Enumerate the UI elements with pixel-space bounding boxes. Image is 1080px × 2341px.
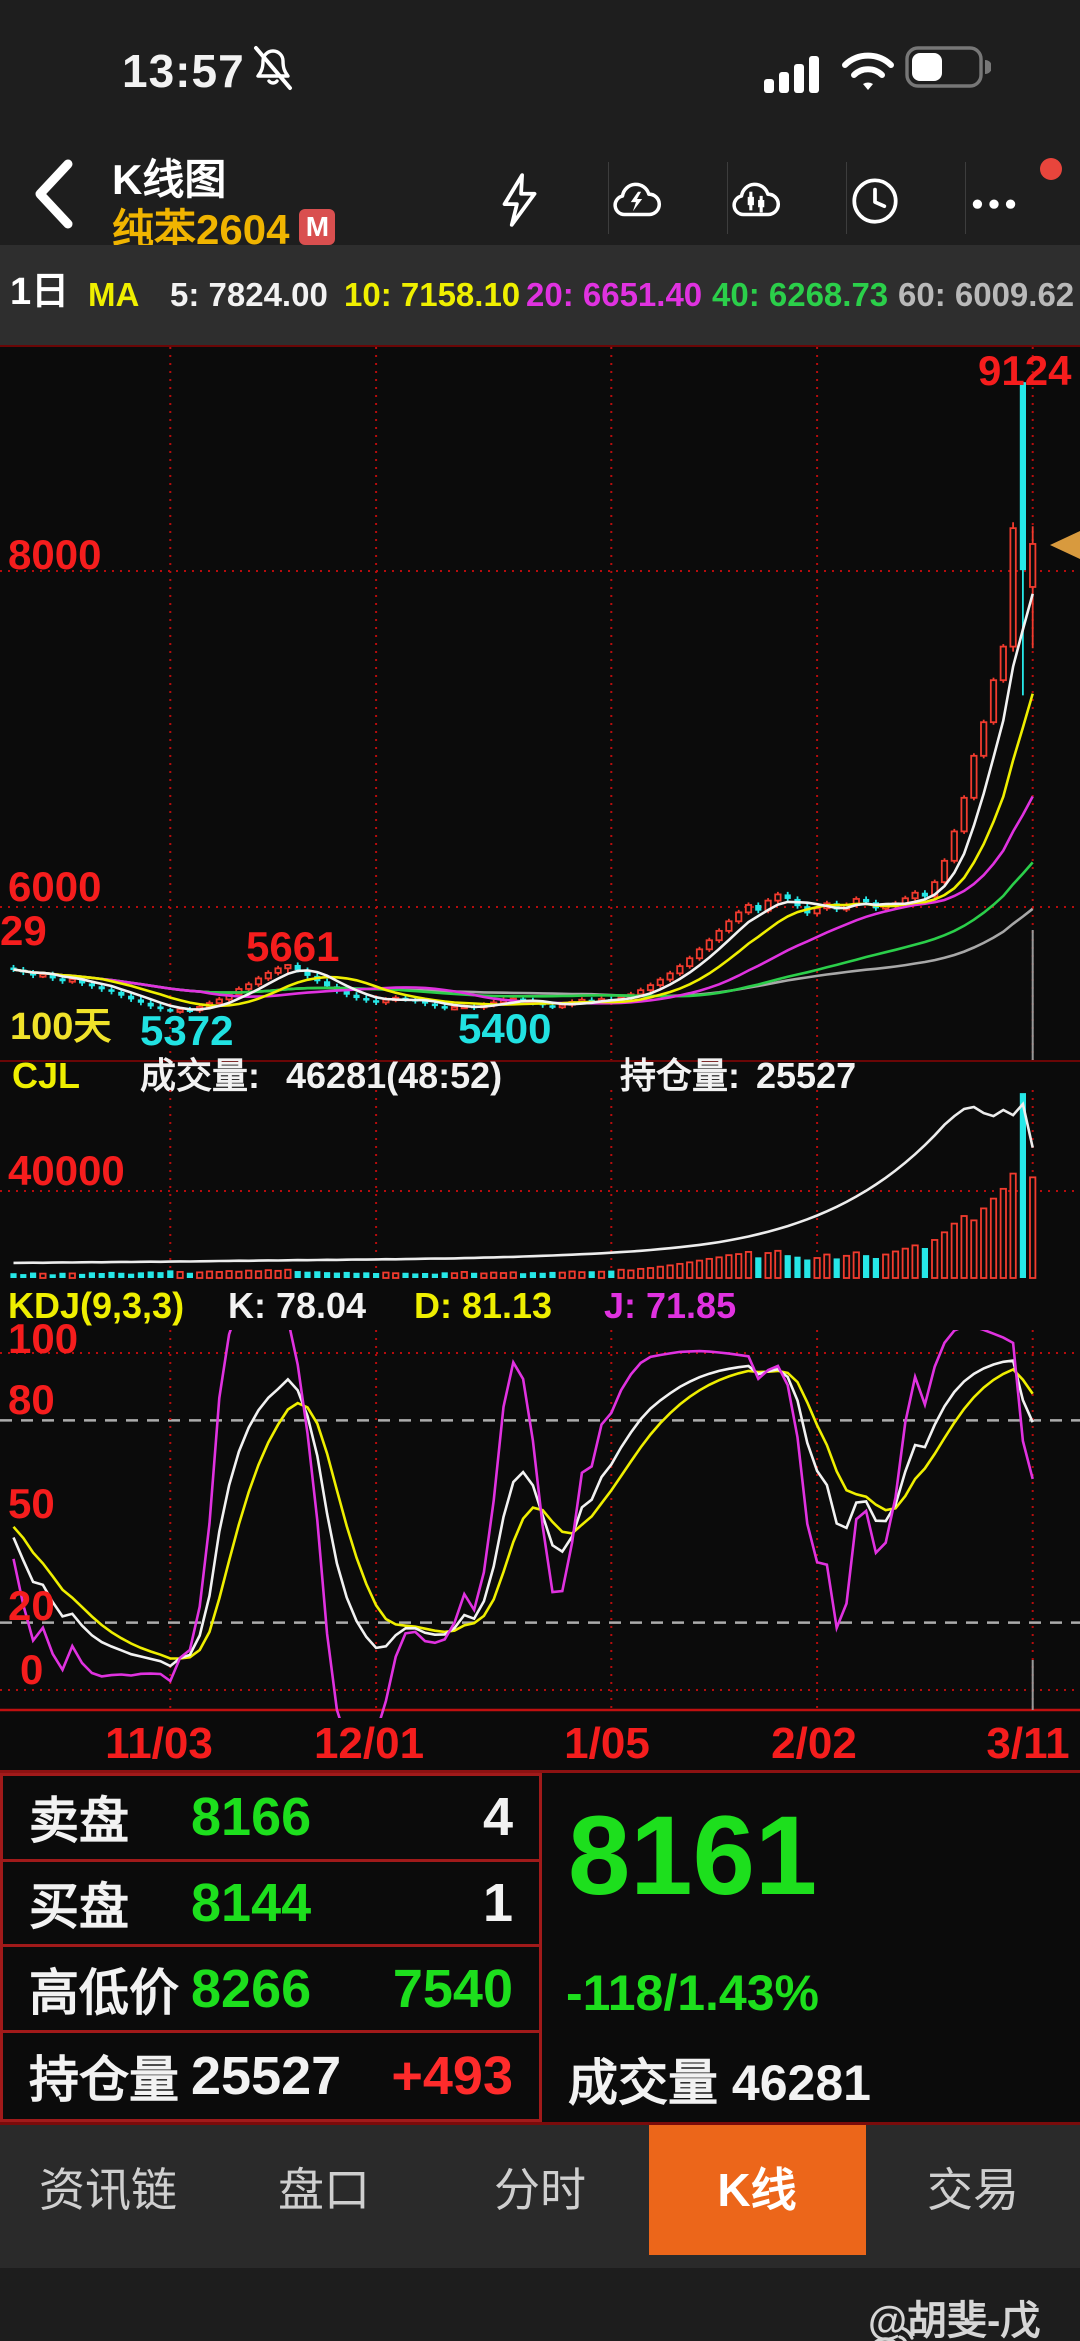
- tab-trade[interactable]: 交易: [927, 2125, 1019, 2255]
- tab-news[interactable]: 资讯链: [39, 2125, 177, 2255]
- history-button[interactable]: [846, 160, 964, 240]
- bid-price: 8144: [191, 1873, 312, 1934]
- main-candle-chart[interactable]: [0, 347, 1080, 1060]
- clipped-price-label: 29: [0, 907, 47, 954]
- status-time: 13:57: [122, 45, 245, 97]
- main-contract-badge: M: [299, 208, 336, 245]
- ellipsis-icon: [972, 199, 1016, 209]
- price-change: -118/1.43%: [566, 1965, 819, 2021]
- date-tick: 3/11: [986, 1719, 1070, 1768]
- open-interest-label: 持仓量:: [620, 1055, 740, 1096]
- quote-table: 卖盘 8166 4 买盘 8144 1 高低价 8266 7540 持仓量 25…: [0, 1773, 542, 2122]
- ask-label: 卖盘: [29, 1793, 129, 1850]
- swing-high-label: 5661: [246, 923, 340, 970]
- high-low-row: 高低价 8266 7540: [3, 1947, 539, 2034]
- axis-6000-label: 6000: [8, 863, 102, 910]
- kdj-axis-50: 50: [8, 1480, 55, 1527]
- ma10-value: 10: 7158.10: [344, 276, 521, 313]
- kdj-axis-20: 20: [8, 1582, 55, 1629]
- ma-period-note: 100天: [10, 1006, 112, 1048]
- bid-size: 1: [482, 1873, 513, 1934]
- ma5-value: 5: 7824.00: [170, 276, 328, 313]
- oi-label: 持仓量: [29, 2051, 179, 2108]
- volume-chart[interactable]: [0, 1090, 1080, 1280]
- bid-label: 买盘: [29, 1879, 129, 1936]
- last-price: 8161: [568, 1793, 818, 1918]
- bottom-tab-bar: 资讯链 盘口 分时 K线 交易: [0, 2125, 1080, 2268]
- date-tick: 2/02: [771, 1719, 857, 1768]
- kdj-chart[interactable]: [0, 1330, 1080, 1718]
- date-tick: 1/05: [564, 1719, 650, 1768]
- session-volume-label: 成交量: [568, 2055, 718, 2111]
- divider: [965, 162, 966, 234]
- oi-change: +493: [391, 2045, 513, 2106]
- notification-dot: [1040, 158, 1062, 180]
- divider: [608, 162, 609, 234]
- app-screen: 13:57 K线图 纯苯2604 M 1日 MA 5: 7824.00 10: …: [0, 0, 1080, 2341]
- date-tick: 12/01: [313, 1719, 425, 1768]
- more-button[interactable]: [965, 160, 1080, 240]
- low-price: 7540: [392, 1958, 513, 2019]
- ask-price: 8166: [191, 1787, 312, 1848]
- volume-label: 成交量:: [140, 1055, 260, 1096]
- flash-order-button[interactable]: [490, 160, 608, 240]
- divider: [727, 162, 728, 234]
- volume-indicator-label[interactable]: CJL: [12, 1058, 80, 1094]
- kdj-k-value: K: 78.04: [228, 1285, 367, 1326]
- weibo-icon: [874, 2326, 914, 2341]
- session-volume: 成交量 46281: [568, 2058, 871, 2108]
- cloud-lightning-icon: [613, 182, 661, 217]
- ma20-value: 20: 6651.40: [526, 276, 703, 313]
- swing-low-label: 5372: [140, 1007, 234, 1054]
- ma60-value: 60: 6009.62: [898, 276, 1075, 313]
- tab-intraday[interactable]: 分时: [494, 2125, 586, 2255]
- lightning-icon: [502, 173, 537, 227]
- cloud-kline-icon: [732, 182, 780, 217]
- ask-row: 卖盘 8166 4: [3, 1776, 539, 1862]
- session-volume-value: 46281: [731, 2055, 871, 2111]
- tab-kline[interactable]: K线: [717, 2125, 796, 2255]
- high-price: 8266: [191, 1958, 312, 2019]
- date-tick: 11/03: [105, 1719, 213, 1768]
- open-interest-row: 持仓量 25527 +493: [3, 2033, 539, 2119]
- oi-value: 25527: [191, 2045, 342, 2106]
- kdj-j-value: J: 71.85: [604, 1285, 737, 1326]
- ma-indicator-label[interactable]: MA: [88, 278, 139, 312]
- ma-legend-row: 1日 MA 5: 7824.00 10: 7158.10 20: 6651.40…: [0, 245, 1080, 345]
- open-interest-value: 25527: [756, 1055, 857, 1096]
- ask-size: 4: [482, 1787, 513, 1848]
- period-selector[interactable]: 1日: [10, 273, 69, 311]
- kdj-d-value: D: 81.13: [414, 1285, 553, 1326]
- kdj-axis-0: 0: [20, 1646, 44, 1693]
- kdj-axis-80: 80: [8, 1376, 55, 1423]
- axis-8000-label: 8000: [8, 531, 102, 578]
- bid-row: 买盘 8144 1: [3, 1862, 539, 1948]
- divider: [846, 162, 847, 234]
- cloud-condition-button[interactable]: [608, 160, 726, 240]
- tab-order-book[interactable]: 盘口: [278, 2125, 370, 2255]
- price-high-label: 9124: [978, 347, 1072, 394]
- swing-low2-label: 5400: [458, 1005, 552, 1052]
- volume-value: 46281(48:52): [286, 1055, 503, 1096]
- watermark: @胡斐-戊午: [868, 2288, 1080, 2341]
- clock-icon: [852, 178, 898, 224]
- cloud-kline-button[interactable]: [727, 160, 845, 240]
- kdj-axis-100: 100: [8, 1315, 79, 1362]
- high-low-label: 高低价: [29, 1964, 179, 2021]
- ma40-value: 40: 6268.73: [712, 276, 889, 313]
